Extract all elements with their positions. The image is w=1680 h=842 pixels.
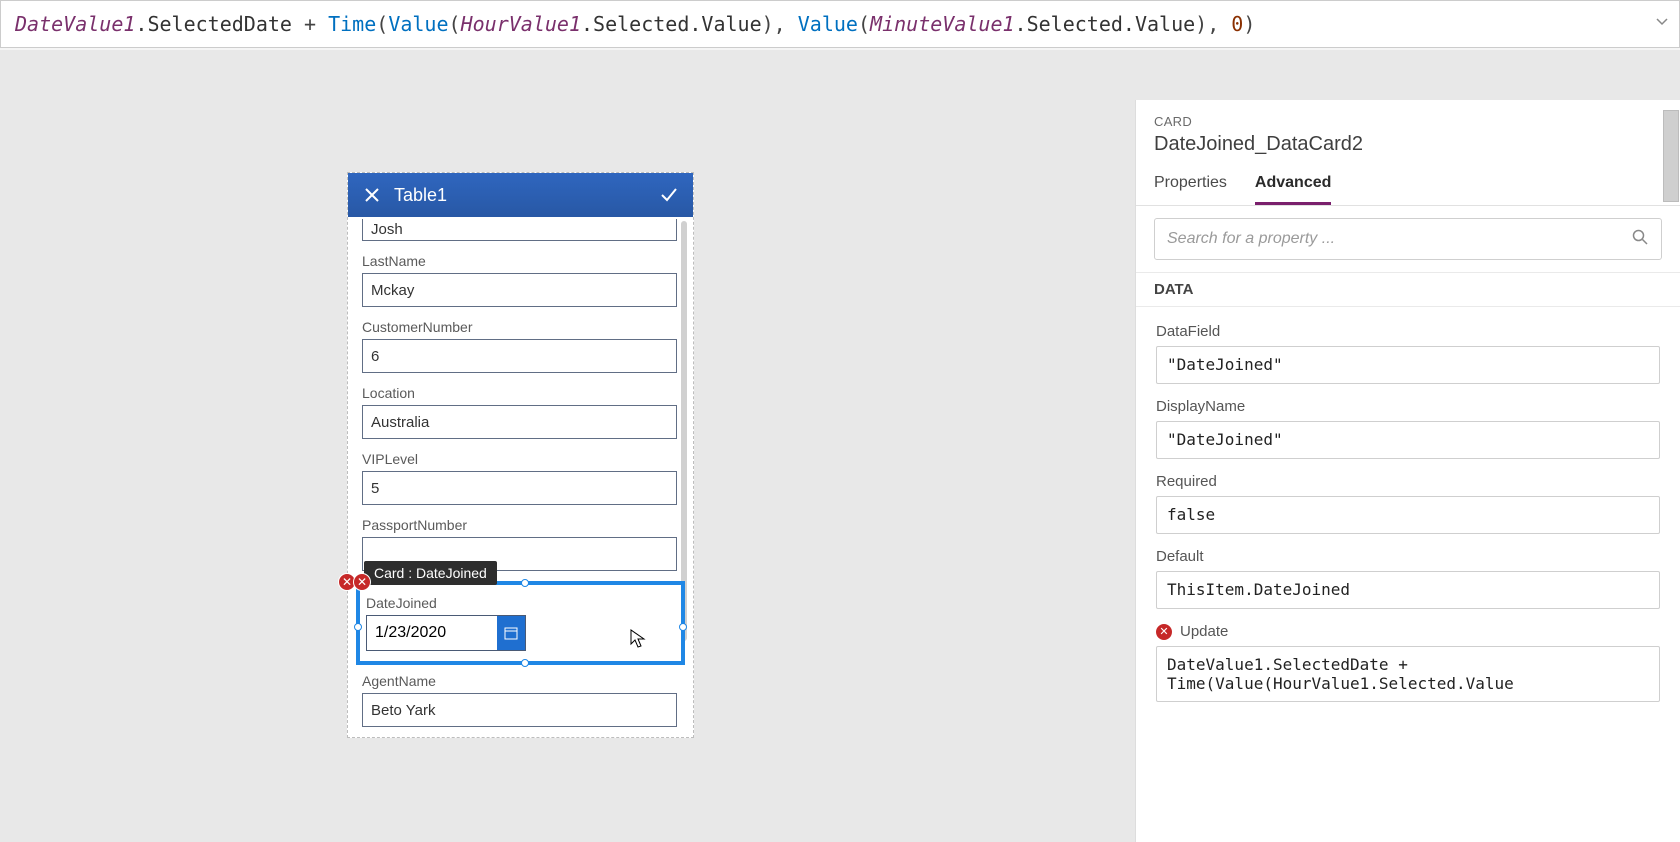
datejoined-value-text: 1/23/2020 [367,624,497,642]
viplevel-label: VIPLevel [362,451,679,467]
location-value-text: Australia [371,414,429,431]
viplevel-input[interactable]: 5 [362,471,677,505]
agentname-label: AgentName [362,673,679,689]
prop-update-value[interactable]: DateValue1.SelectedDate + Time(Value(Hou… [1156,646,1660,702]
calendar-icon[interactable] [497,616,525,650]
form-body: Josh LastName Mckay CustomerNumber 6 Locatio… [348,217,693,737]
location-input[interactable]: Australia [362,405,677,439]
tab-properties[interactable]: Properties [1154,174,1227,205]
prop-default-label: Default [1156,548,1660,565]
panel-header: CARD DateJoined_DataCard2 [1136,100,1680,156]
datejoined-label: DateJoined [366,595,675,611]
panel-kicker: CARD [1154,114,1662,129]
lastname-value-text: Mckay [371,282,414,299]
agentname-input[interactable]: Beto Yark [362,693,677,727]
prop-datafield-label: DataField [1156,323,1660,340]
prop-displayname-value[interactable]: "DateJoined" [1156,421,1660,459]
card-firstname[interactable]: Josh [348,217,693,245]
check-icon[interactable] [657,185,681,205]
panel-scrollbar[interactable] [1663,110,1679,202]
prop-required-label: Required [1156,473,1660,490]
card-customernumber[interactable]: CustomerNumber 6 [348,311,693,377]
card-location[interactable]: Location Australia [348,377,693,443]
form-header: Table1 [348,173,693,217]
card-viplevel[interactable]: VIPLevel 5 [348,443,693,509]
card-datejoined-selected[interactable]: Card : DateJoined ✕ ✕ DateJoined 1/23/20… [356,581,685,665]
prop-datafield-value[interactable]: "DateJoined" [1156,346,1660,384]
error-icon[interactable]: ✕ [1156,624,1172,640]
prop-datafield: DataField "DateJoined" [1156,323,1660,384]
error-badge-icon[interactable]: ✕ [353,573,371,591]
customernumber-label: CustomerNumber [362,319,679,335]
prop-update-label: ✕Update [1156,623,1660,640]
section-data: DATA [1136,272,1680,307]
agentname-value-text: Beto Yark [371,702,435,719]
property-list: DataField "DateJoined" DisplayName "DateJoi… [1136,307,1680,716]
selection-tooltip: Card : DateJoined [364,561,497,585]
location-label: Location [362,385,679,401]
lastname-label: LastName [362,253,679,269]
viplevel-value-text: 5 [371,480,379,497]
lastname-input[interactable]: Mckay [362,273,677,307]
prop-default: Default ThisItem.DateJoined [1156,548,1660,609]
mouse-cursor-icon [630,629,646,649]
prop-required-value[interactable]: false [1156,496,1660,534]
customernumber-value-text: 6 [371,348,379,365]
error-badges: ✕ ✕ [338,573,368,591]
firstname-value-text: Josh [371,221,403,238]
customernumber-input[interactable]: 6 [362,339,677,373]
form-scrollbar[interactable] [681,221,687,641]
tab-advanced[interactable]: Advanced [1255,174,1331,205]
form-title: Table1 [394,185,657,206]
canvas[interactable]: Table1 Josh LastName Mckay CustomerNumber 6… [0,50,1680,842]
firstname-input[interactable]: Josh [362,219,677,241]
close-icon[interactable] [360,186,384,204]
datejoined-input[interactable]: 1/23/2020 [366,615,526,651]
property-search-input[interactable] [1167,230,1631,248]
search-icon[interactable] [1631,228,1649,251]
panel-tabs: Properties Advanced [1136,174,1680,206]
prop-default-value[interactable]: ThisItem.DateJoined [1156,571,1660,609]
prop-update: ✕Update DateValue1.SelectedDate + Time(Va… [1156,623,1660,702]
panel-title: DateJoined_DataCard2 [1154,133,1662,156]
formula-text: DateValue1.SelectedDate + Time(Value(Hou… [15,12,1255,36]
formula-bar[interactable]: DateValue1.SelectedDate + Time(Value(Hou… [0,0,1680,48]
card-lastname[interactable]: LastName Mckay [348,245,693,311]
prop-required: Required false [1156,473,1660,534]
passportnumber-label: PassportNumber [362,517,679,533]
prop-displayname: DisplayName "DateJoined" [1156,398,1660,459]
right-panel: CARD DateJoined_DataCard2 Properties Adv… [1135,100,1680,842]
card-agentname[interactable]: AgentName Beto Yark [348,665,693,731]
phone-frame: Table1 Josh LastName Mckay CustomerNumber 6… [347,172,694,738]
formula-expand-icon[interactable] [1655,15,1669,33]
property-search[interactable] [1154,218,1662,260]
prop-displayname-label: DisplayName [1156,398,1660,415]
